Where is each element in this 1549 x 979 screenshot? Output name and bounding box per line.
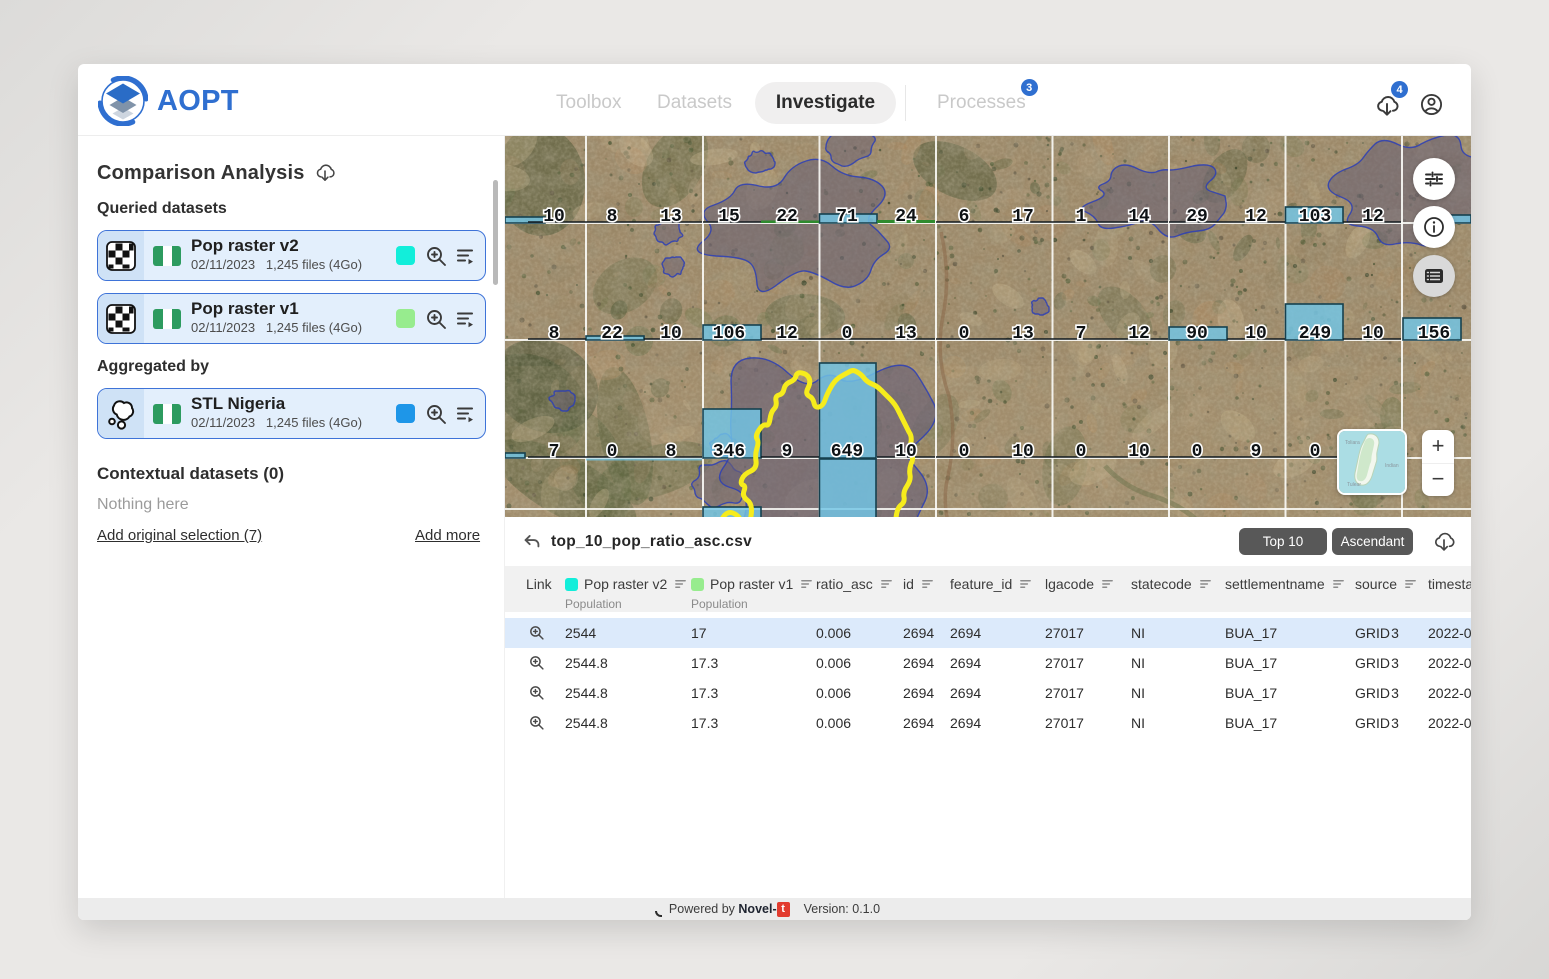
- svg-text:14: 14: [1128, 207, 1150, 227]
- svg-text:10: 10: [895, 442, 917, 462]
- svg-text:10: 10: [1362, 324, 1384, 344]
- svg-text:0: 0: [959, 442, 970, 462]
- svg-text:10: 10: [543, 207, 565, 227]
- svg-text:12: 12: [776, 324, 798, 344]
- svg-text:10: 10: [1245, 324, 1267, 344]
- svg-text:8: 8: [549, 324, 560, 344]
- svg-text:0: 0: [1310, 442, 1321, 462]
- svg-text:0: 0: [842, 324, 853, 344]
- svg-text:90: 90: [1186, 324, 1208, 344]
- svg-text:13: 13: [1012, 324, 1034, 344]
- svg-text:1: 1: [1076, 207, 1087, 227]
- svg-text:15: 15: [718, 207, 740, 227]
- svg-text:10: 10: [660, 324, 682, 344]
- svg-text:346: 346: [713, 442, 745, 462]
- svg-text:8: 8: [607, 207, 618, 227]
- svg-text:10: 10: [1012, 442, 1034, 462]
- svg-text:Tulear: Tulear: [1347, 482, 1361, 488]
- svg-text:Toliara: Toliara: [1345, 440, 1360, 446]
- svg-text:9: 9: [1251, 442, 1262, 462]
- svg-text:649: 649: [831, 442, 863, 462]
- svg-text:9: 9: [782, 442, 793, 462]
- svg-text:249: 249: [1299, 324, 1331, 344]
- svg-text:0: 0: [959, 324, 970, 344]
- svg-text:71: 71: [836, 207, 858, 227]
- svg-text:Indian: Indian: [1385, 463, 1399, 469]
- svg-text:29: 29: [1186, 207, 1208, 227]
- svg-text:10: 10: [1128, 442, 1150, 462]
- svg-text:17: 17: [1012, 207, 1034, 227]
- svg-text:12: 12: [1362, 207, 1384, 227]
- svg-text:8: 8: [666, 442, 677, 462]
- svg-text:22: 22: [776, 207, 798, 227]
- svg-text:22: 22: [601, 324, 623, 344]
- svg-text:7: 7: [549, 442, 560, 462]
- svg-text:24: 24: [895, 207, 917, 227]
- svg-text:12: 12: [1128, 324, 1150, 344]
- svg-text:13: 13: [895, 324, 917, 344]
- svg-text:12: 12: [1245, 207, 1267, 227]
- svg-text:103: 103: [1299, 207, 1331, 227]
- svg-text:0: 0: [607, 442, 618, 462]
- svg-text:13: 13: [660, 207, 682, 227]
- svg-text:6: 6: [959, 207, 970, 227]
- svg-text:156: 156: [1418, 324, 1450, 344]
- svg-text:106: 106: [713, 324, 745, 344]
- svg-text:0: 0: [1192, 442, 1203, 462]
- svg-text:0: 0: [1076, 442, 1087, 462]
- svg-text:7: 7: [1076, 324, 1087, 344]
